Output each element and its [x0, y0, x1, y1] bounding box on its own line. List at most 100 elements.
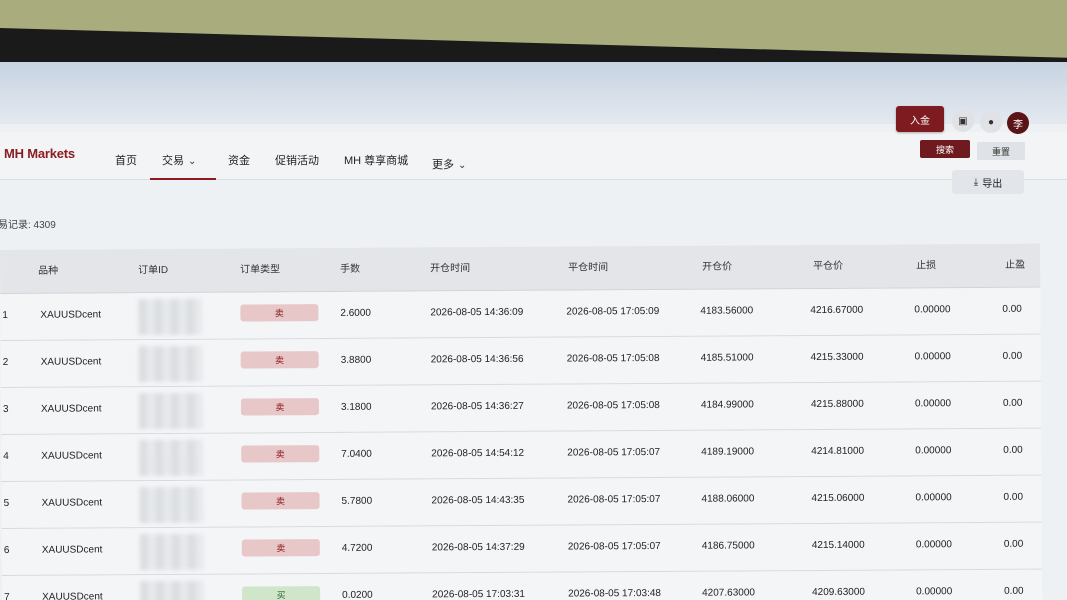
cell-take-profit: 0.00 — [1003, 444, 1023, 456]
cell-open-price: 4186.75000 — [701, 540, 755, 552]
search-button[interactable]: 搜索 — [920, 140, 970, 158]
table-row[interactable]: 4 XAUUSDcent 7.0400 2026-08-05 14:54:12 2026… — [1, 428, 1042, 482]
cell-stop-loss: 0.00000 — [915, 492, 952, 504]
brand-logo[interactable]: MH Markets — [4, 146, 75, 161]
export-label: 导出 — [982, 178, 1003, 190]
deposit-button[interactable]: 入金 — [896, 106, 944, 132]
cell-lots: 3.8800 — [340, 354, 372, 366]
table-row[interactable]: 7 XAUUSDcent 0.0200 2026-08-05 17:03:31 2026… — [1, 569, 1043, 600]
cell-stop-loss: 0.00000 — [914, 351, 951, 363]
cell-open-time: 2026-08-05 14:36:56 — [430, 353, 524, 366]
cell-close-price: 4216.67000 — [810, 304, 864, 317]
col-close-time[interactable]: 平仓时间 — [568, 258, 608, 273]
cell-open-price: 4188.06000 — [701, 493, 755, 505]
avatar[interactable]: 李 — [1007, 112, 1029, 134]
table-row[interactable]: 1 XAUUSDcent 2.6000 2026-08-05 14:36:09 2026… — [0, 287, 1041, 341]
chevron-down-icon: ⌄ — [188, 156, 197, 167]
redacted-order-id — [138, 298, 203, 336]
cell-stop-loss: 0.00000 — [915, 539, 953, 551]
cell-take-profit: 0.00 — [1002, 350, 1023, 362]
col-close-price[interactable]: 平仓价 — [813, 257, 843, 272]
table-row[interactable]: 6 XAUUSDcent 4.7200 2026-08-05 14:37:29 2026… — [1, 522, 1042, 576]
cell-lots: 5.7800 — [341, 495, 373, 507]
table-row[interactable]: 5 XAUUSDcent 5.7800 2026-08-05 14:43:35 2026… — [1, 475, 1042, 529]
cell-close-time: 2026-08-05 17:05:08 — [566, 352, 660, 365]
cell-open-time: 2026-08-05 14:37:29 — [431, 541, 525, 554]
redacted-order-id — [139, 439, 204, 477]
cell-stop-loss: 0.00000 — [915, 445, 952, 457]
order-type-badge: 卖 — [240, 351, 319, 369]
download-icon: ⤓ — [973, 176, 979, 188]
nav-item-trade[interactable]: 交易 ⌄ — [162, 152, 196, 168]
cell-close-price: 4215.06000 — [811, 492, 865, 505]
cell-close-time: 2026-08-05 17:05:07 — [567, 446, 661, 459]
cell-close-time: 2026-08-05 17:05:08 — [566, 399, 660, 412]
cell-lots: 3.1800 — [340, 401, 372, 413]
cell-close-time: 2026-08-05 17:05:07 — [567, 493, 661, 506]
cell-close-price: 4214.81000 — [811, 445, 865, 458]
redacted-order-id — [139, 533, 204, 571]
order-type-badge: 卖 — [240, 304, 319, 322]
nav-item-label: 交易 — [162, 155, 184, 167]
globe-icon: ● — [987, 116, 995, 128]
nav-item-promotions[interactable]: 促销活动 — [275, 152, 319, 168]
cell-lots: 2.6000 — [340, 307, 372, 319]
cell-lots: 0.0200 — [342, 589, 373, 600]
wallet-icon: ▣ — [958, 115, 968, 127]
cell-open-time: 2026-08-05 17:03:31 — [432, 588, 526, 600]
nav-item-funds[interactable]: 资金 — [228, 152, 250, 168]
top-nav: MH Markets 首页 交易 ⌄ 资金 促销活动 MH 尊享商城 更多 ⌄ — [0, 132, 1067, 180]
cell-open-price: 4207.63000 — [702, 587, 755, 599]
cell-open-time: 2026-08-05 14:54:12 — [431, 447, 525, 460]
cell-lots: 7.0400 — [341, 448, 372, 460]
nav-item-mall[interactable]: MH 尊享商城 — [344, 152, 408, 168]
export-button[interactable]: ⤓ 导出 — [952, 170, 1024, 194]
cell-symbol: XAUUSDcent — [41, 544, 103, 556]
record-count: 易记录: 4309 — [0, 220, 56, 231]
redacted-order-id — [138, 345, 203, 383]
nav-item-more[interactable]: 更多 ⌄ — [432, 156, 466, 172]
cell-symbol: XAUUSDcent — [40, 356, 102, 368]
cell-close-time: 2026-08-05 17:05:07 — [567, 540, 661, 553]
cell-close-price: 4215.14000 — [811, 539, 865, 552]
row-index: 5 — [3, 497, 10, 509]
cell-take-profit: 0.00 — [1003, 491, 1024, 503]
cell-take-profit: 0.00 — [1003, 538, 1024, 550]
language-button[interactable]: ● — [980, 111, 1002, 133]
col-order-id[interactable]: 订单ID — [138, 261, 168, 276]
col-open-price[interactable]: 开仓价 — [702, 258, 732, 273]
cell-stop-loss: 0.00000 — [914, 304, 951, 316]
cell-close-price: 4215.33000 — [810, 351, 864, 364]
wallet-button[interactable]: ▣ — [952, 110, 974, 132]
nav-item-home[interactable]: 首页 — [115, 152, 137, 168]
order-type-badge: 买 — [242, 586, 321, 600]
cell-take-profit: 0.00 — [1002, 303, 1022, 315]
col-open-time[interactable]: 开仓时间 — [430, 259, 470, 274]
cell-take-profit: 0.00 — [1004, 585, 1024, 597]
col-order-type[interactable]: 订单类型 — [240, 260, 280, 275]
col-stop-loss[interactable]: 止损 — [916, 256, 936, 271]
cell-open-price: 4183.56000 — [700, 305, 754, 317]
cell-open-price: 4189.19000 — [701, 446, 755, 458]
cell-symbol: XAUUSDcent — [40, 309, 102, 321]
cell-open-time: 2026-08-05 14:36:27 — [430, 400, 524, 413]
col-lots[interactable]: 手数 — [340, 260, 360, 275]
table-row[interactable]: 2 XAUUSDcent 3.8800 2026-08-05 14:36:56 2026… — [0, 334, 1041, 388]
cell-symbol: XAUUSDcent — [42, 591, 103, 600]
row-index: 4 — [3, 450, 9, 462]
reset-button[interactable]: 重置 — [977, 142, 1025, 160]
row-index: 1 — [2, 309, 8, 321]
table-row[interactable]: 3 XAUUSDcent 3.1800 2026-08-05 14:36:27 2026… — [0, 381, 1042, 435]
active-tab-indicator — [150, 178, 216, 180]
cell-close-price: 4215.88000 — [810, 398, 864, 411]
cell-open-time: 2026-08-05 14:43:35 — [431, 494, 525, 507]
trade-history-table: 品种 订单ID 订单类型 手数 开仓时间 平仓时间 开仓价 平仓价 止损 止盈 … — [0, 243, 1067, 600]
order-type-badge: 卖 — [241, 539, 320, 557]
screen: MH Markets 首页 交易 ⌄ 资金 促销活动 MH 尊享商城 更多 ⌄ 入金… — [0, 62, 1067, 600]
order-type-badge: 卖 — [241, 445, 320, 463]
redacted-order-id — [139, 486, 204, 524]
cell-open-price: 4184.99000 — [700, 399, 754, 411]
col-symbol[interactable]: 品种 — [38, 262, 58, 277]
nav-item-label: 更多 — [432, 159, 454, 171]
col-take-profit[interactable]: 止盈 — [1005, 256, 1025, 271]
